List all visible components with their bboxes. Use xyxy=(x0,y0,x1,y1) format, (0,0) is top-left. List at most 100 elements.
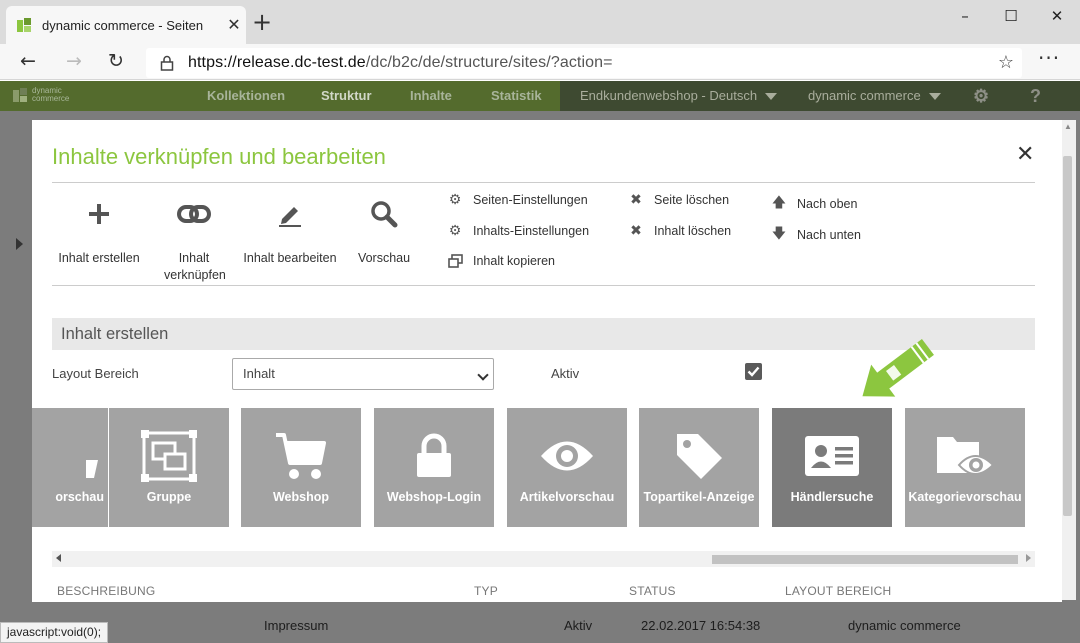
link-content-button[interactable]: Inhalt verknüpfen xyxy=(152,196,236,284)
move-up-link[interactable]: 🡅 Nach oben xyxy=(770,192,858,216)
copy-content-link[interactable]: Inhalt kopieren xyxy=(446,254,555,268)
highlight-arrow-icon xyxy=(862,338,934,397)
address-bar[interactable]: https://release.dc-test.de/dc/b2c/de/str… xyxy=(146,48,1022,78)
column-header-type[interactable]: TYP xyxy=(474,584,498,598)
tile-label: Webshop xyxy=(272,490,330,504)
edit-content-button[interactable]: Inhalt bearbeiten xyxy=(240,196,340,267)
tile-partial-preview[interactable]: orschau xyxy=(32,408,108,527)
tile-label: Webshop-Login xyxy=(386,490,482,504)
copy-content-label: Inhalt kopieren xyxy=(473,254,556,268)
tile-label: Topartikel-Anzeige xyxy=(643,490,755,504)
url-path: /dc/b2c/de/structure/sites/?action= xyxy=(365,54,613,71)
app-logo[interactable]: dynamic commerce xyxy=(12,87,92,103)
folder-eye-icon xyxy=(937,437,995,475)
nav-struktur[interactable]: Struktur xyxy=(321,88,372,103)
logo-icon xyxy=(13,88,27,102)
url-host: https://release.dc-test.de xyxy=(188,54,366,71)
active-label: Aktiv xyxy=(551,366,580,381)
delete-content-link[interactable]: ✖ Inhalt löschen xyxy=(627,223,731,239)
tile-top-article[interactable]: Topartikel-Anzeige xyxy=(639,408,759,527)
bg-row-date: 22.02.2017 16:54:38 xyxy=(641,618,761,633)
column-header-status[interactable]: STATUS xyxy=(629,584,676,598)
layout-area-label: Layout Bereich xyxy=(52,366,139,381)
tile-category-preview[interactable]: Kategorievorschau xyxy=(905,408,1025,527)
arrow-up-icon: 🡅 xyxy=(771,195,787,211)
link-content-label: Inhalt verknüpfen xyxy=(164,251,226,282)
layout-area-select[interactable]: Inhalt xyxy=(232,358,494,390)
bg-row-status: Aktiv xyxy=(564,618,593,633)
preview-label: Vorschau xyxy=(357,251,411,265)
eye-icon xyxy=(541,441,593,471)
gear-icon[interactable]: ⚙ xyxy=(973,86,989,107)
column-header-description[interactable]: BESCHREIBUNG xyxy=(57,584,155,598)
preview-button[interactable]: Vorschau xyxy=(350,196,418,267)
shop-select-label: Endkundenwebshop - Deutsch xyxy=(580,88,758,103)
scroll-thumb[interactable] xyxy=(1063,156,1072,516)
close-tab-icon[interactable]: ✕ xyxy=(222,15,246,35)
minimize-icon[interactable]: – xyxy=(942,0,988,32)
delete-site-link[interactable]: ✖ Seite löschen xyxy=(627,192,729,208)
app-header: dynamic commerce Kollektionen Struktur I… xyxy=(0,81,1080,111)
divider xyxy=(52,285,1035,286)
tile-label: Gruppe xyxy=(146,490,192,504)
tile-webshop-login[interactable]: Webshop-Login xyxy=(374,408,494,527)
tile-label: Artikelvorschau xyxy=(519,490,615,504)
scroll-right-icon[interactable] xyxy=(1026,554,1031,562)
checkmark-icon xyxy=(747,366,760,377)
cart-icon xyxy=(276,433,326,479)
bg-row-title: Impressum xyxy=(264,618,329,633)
back-icon[interactable]: ← xyxy=(12,46,44,76)
maximize-icon[interactable]: ☐ xyxy=(988,0,1034,32)
reload-icon[interactable]: ↻ xyxy=(100,46,132,76)
active-checkbox[interactable] xyxy=(745,363,762,380)
expand-arrow-icon xyxy=(16,238,23,250)
search-icon xyxy=(371,201,398,228)
gear-icon: ⚙ xyxy=(448,192,462,208)
tile-group[interactable]: Gruppe xyxy=(109,408,229,527)
tile-dealer-search[interactable]: Händlersuche xyxy=(772,408,892,527)
browser-tab-strip: dynamic commerce - Seiten ✕ + – ☐ ✕ xyxy=(0,0,1080,44)
scroll-thumb[interactable] xyxy=(712,555,1018,564)
partial-icon xyxy=(86,460,98,478)
close-icon[interactable]: ✕ xyxy=(1016,142,1034,167)
logo-text: dynamic commerce xyxy=(32,86,70,103)
lock-icon xyxy=(417,433,451,477)
divider xyxy=(52,182,1035,183)
vertical-scrollbar[interactable]: ▲ xyxy=(1060,120,1076,600)
delete-icon: ✖ xyxy=(630,192,642,208)
modal-title: Inhalte verknüpfen und bearbeiten xyxy=(52,144,386,169)
content-modal: Inhalte verknüpfen und bearbeiten ✕ Inha… xyxy=(32,120,1062,602)
pencil-icon xyxy=(279,207,301,227)
browser-tab[interactable]: dynamic commerce - Seiten ✕ xyxy=(6,6,246,44)
group-icon xyxy=(141,430,197,482)
column-header-layout-area[interactable]: LAYOUT BEREICH xyxy=(785,584,891,598)
favorite-star-icon[interactable]: ☆ xyxy=(998,52,1014,73)
new-tab-icon[interactable]: + xyxy=(252,8,272,36)
content-settings-label: Inhalts-Einstellungen xyxy=(473,224,590,238)
tile-article-preview[interactable]: Artikelvorschau xyxy=(507,408,627,527)
lock-icon xyxy=(160,55,174,71)
nav-kollektionen[interactable]: Kollektionen xyxy=(207,88,285,103)
scroll-left-icon[interactable] xyxy=(56,554,61,562)
tile-label: orschau xyxy=(55,490,104,504)
company-select[interactable]: dynamic commerce xyxy=(808,88,941,103)
delete-site-label: Seite löschen xyxy=(654,193,730,207)
gear-icon: ⚙ xyxy=(448,223,462,239)
tile-webshop[interactable]: Webshop xyxy=(241,408,361,527)
content-settings-link[interactable]: ⚙ Inhalts-Einstellungen xyxy=(446,223,589,239)
chevron-down-icon xyxy=(928,93,941,101)
more-menu-icon[interactable]: ··· xyxy=(1038,46,1060,70)
window-close-icon[interactable]: ✕ xyxy=(1034,0,1080,32)
shop-select[interactable]: Endkundenwebshop - Deutsch xyxy=(580,88,778,103)
help-icon[interactable]: ? xyxy=(1030,86,1041,107)
site-settings-link[interactable]: ⚙ Seiten-Einstellungen xyxy=(446,192,588,208)
scroll-up-icon[interactable]: ▲ xyxy=(1064,122,1072,131)
nav-statistik[interactable]: Statistik xyxy=(491,88,542,103)
nav-inhalte[interactable]: Inhalte xyxy=(410,88,452,103)
create-content-button[interactable]: Inhalt erstellen xyxy=(52,196,146,267)
forward-icon[interactable]: → xyxy=(58,46,90,76)
move-down-link[interactable]: 🡇 Nach unten xyxy=(770,223,861,247)
chevron-down-icon xyxy=(765,93,778,101)
horizontal-scrollbar[interactable] xyxy=(52,551,1035,567)
tile-label: Kategorievorschau xyxy=(908,490,1022,504)
